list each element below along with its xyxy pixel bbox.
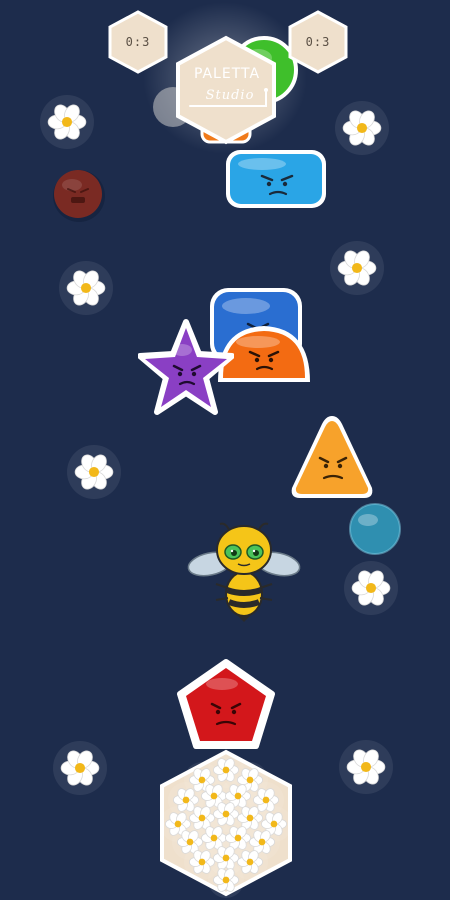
hive-flower-cluster: [160, 752, 292, 898]
daisy-icon: [53, 741, 107, 795]
daisy-icon: [208, 862, 244, 898]
daisy-icon: [59, 261, 113, 315]
daisy-icon: [344, 561, 398, 615]
daisy-icon: [330, 241, 384, 295]
right-score-text: 0:3: [305, 35, 331, 49]
daisy-icon: [339, 740, 393, 794]
bee-icon: [187, 522, 301, 622]
left-score-text: 0:3: [125, 35, 151, 49]
daisy-icon: [40, 95, 94, 149]
logo-underline: [189, 88, 268, 107]
daisy-icon: [67, 445, 121, 499]
logo-title: PALETTA: [193, 66, 261, 82]
yellow-triangle-face[interactable]: [286, 410, 378, 502]
flower-hive[interactable]: [156, 748, 296, 898]
red-pentagon-face[interactable]: [176, 658, 276, 752]
teal-ball[interactable]: [346, 500, 404, 558]
purple-star-face[interactable]: [138, 316, 234, 420]
left-score-badge: 0:3: [106, 10, 170, 74]
daisy-icon: [335, 101, 389, 155]
blue-rounded-rect-face[interactable]: [222, 146, 330, 212]
right-score-badge: 0:3: [286, 10, 350, 74]
dark-red-ball[interactable]: [48, 165, 110, 227]
bee-character[interactable]: [186, 518, 302, 622]
game-board: PALETTA Studio 0:3 0:3: [0, 0, 450, 900]
